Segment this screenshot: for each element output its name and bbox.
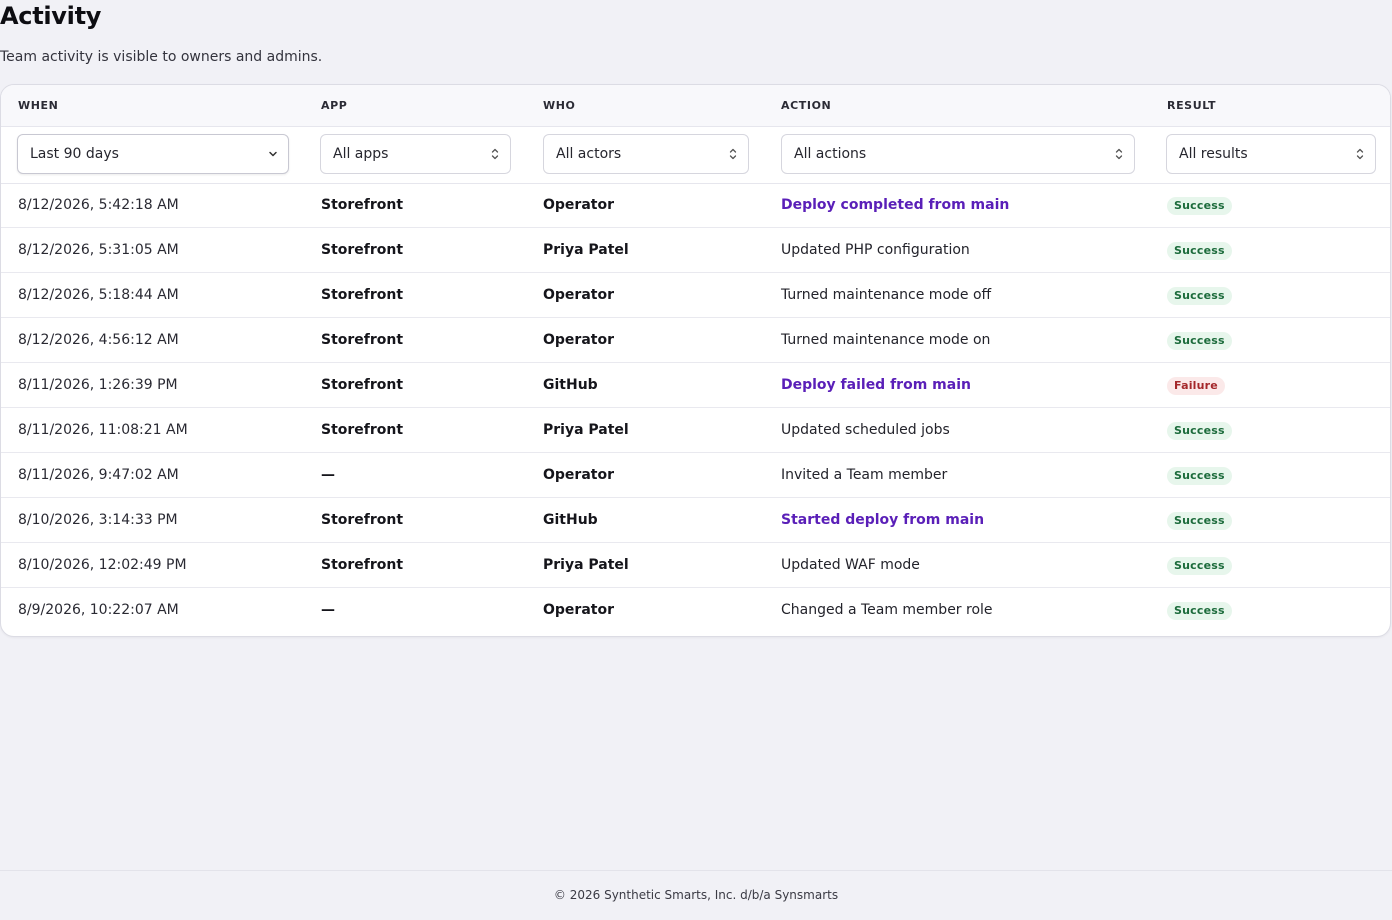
- chevron-up-down-icon: [1356, 148, 1364, 160]
- who-filter-value: All actors: [556, 146, 622, 162]
- status-badge: Success: [1167, 512, 1232, 530]
- status-badge: Success: [1167, 242, 1232, 260]
- column-header-action: ACTION: [781, 99, 832, 112]
- app-filter-select[interactable]: All apps: [320, 134, 511, 174]
- status-badge: Success: [1167, 602, 1232, 620]
- row-app: Storefront: [321, 512, 404, 528]
- row-who: Priya Patel: [543, 557, 629, 573]
- chevron-up-down-icon: [1115, 148, 1123, 160]
- action-filter-select[interactable]: All actions: [781, 134, 1135, 174]
- row-when: 8/11/2026, 9:47:02 AM: [18, 467, 179, 483]
- status-badge: Success: [1167, 557, 1232, 575]
- app-filter-value: All apps: [333, 146, 389, 162]
- status-badge: Failure: [1167, 377, 1225, 395]
- table-row: 8/12/2026, 5:31:05 AM Storefront Priya P…: [1, 228, 1390, 273]
- table-row: 8/11/2026, 1:26:39 PM Storefront GitHub …: [1, 363, 1390, 408]
- table-row: 8/12/2026, 5:42:18 AM Storefront Operato…: [1, 183, 1390, 228]
- row-when: 8/11/2026, 1:26:39 PM: [18, 377, 178, 393]
- who-filter-select[interactable]: All actors: [543, 134, 749, 174]
- column-header-who: WHO: [543, 99, 576, 112]
- chevron-down-icon: [269, 151, 277, 157]
- row-when: 8/11/2026, 11:08:21 AM: [18, 422, 188, 438]
- activity-table: WHEN APP WHO ACTION RESULT Last 90 days …: [0, 84, 1391, 637]
- result-filter-select[interactable]: All results: [1166, 134, 1376, 174]
- row-when: 8/12/2026, 5:42:18 AM: [18, 197, 179, 213]
- when-filter-value: Last 90 days: [30, 146, 119, 162]
- table-row: 8/12/2026, 4:56:12 AM Storefront Operato…: [1, 318, 1390, 363]
- action-filter-value: All actions: [794, 146, 867, 162]
- row-when: 8/12/2026, 5:31:05 AM: [18, 242, 179, 258]
- status-badge: Success: [1167, 287, 1232, 305]
- row-action: Updated scheduled jobs: [781, 422, 950, 438]
- row-who: Operator: [543, 602, 614, 618]
- row-who: Operator: [543, 467, 614, 483]
- row-app: Storefront: [321, 422, 404, 438]
- table-row: 8/12/2026, 5:18:44 AM Storefront Operato…: [1, 273, 1390, 318]
- status-badge: Success: [1167, 467, 1232, 485]
- row-who: GitHub: [543, 512, 598, 528]
- row-action: Updated WAF mode: [781, 557, 920, 573]
- page-subtitle: Team activity is visible to owners and a…: [0, 49, 323, 65]
- row-when: 8/12/2026, 5:18:44 AM: [18, 287, 179, 303]
- row-app: Storefront: [321, 332, 404, 348]
- status-badge: Success: [1167, 197, 1232, 215]
- column-header-app: APP: [321, 99, 348, 112]
- row-action-link[interactable]: Started deploy from main: [781, 498, 984, 543]
- row-when: 8/9/2026, 10:22:07 AM: [18, 602, 179, 618]
- row-app: Storefront: [321, 197, 404, 213]
- footer-divider: [0, 870, 1392, 871]
- row-app: Storefront: [321, 557, 404, 573]
- row-action-link[interactable]: Deploy failed from main: [781, 363, 971, 408]
- row-app: Storefront: [321, 287, 404, 303]
- row-when: 8/10/2026, 3:14:33 PM: [18, 512, 178, 528]
- when-filter-select[interactable]: Last 90 days: [17, 134, 289, 174]
- chevron-up-down-icon: [729, 148, 737, 160]
- row-who: Operator: [543, 332, 614, 348]
- result-filter-value: All results: [1179, 146, 1248, 162]
- row-action: Turned maintenance mode off: [781, 287, 992, 303]
- row-app: —: [321, 467, 335, 483]
- column-header-result: RESULT: [1167, 99, 1217, 112]
- footer-copyright: © 2026 Synthetic Smarts, Inc. d/b/a Syns…: [553, 888, 839, 902]
- page-title: Activity: [0, 2, 102, 30]
- row-app: —: [321, 602, 335, 618]
- row-app: Storefront: [321, 242, 404, 258]
- row-who: Operator: [543, 197, 614, 213]
- table-header-row: WHEN APP WHO ACTION RESULT: [1, 85, 1390, 127]
- filter-row: Last 90 days All apps All actors All act…: [1, 126, 1390, 184]
- row-who: GitHub: [543, 377, 598, 393]
- row-when: 8/10/2026, 12:02:49 PM: [18, 557, 187, 573]
- column-header-when: WHEN: [18, 99, 59, 112]
- row-who: Priya Patel: [543, 422, 629, 438]
- row-when: 8/12/2026, 4:56:12 AM: [18, 332, 179, 348]
- status-badge: Success: [1167, 332, 1232, 350]
- row-action: Updated PHP configuration: [781, 242, 970, 258]
- row-who: Priya Patel: [543, 242, 629, 258]
- table-row: 8/10/2026, 12:02:49 PM Storefront Priya …: [1, 543, 1390, 588]
- table-row: 8/9/2026, 10:22:07 AM — Operator Changed…: [1, 588, 1390, 633]
- chevron-up-down-icon: [491, 148, 499, 160]
- row-action: Turned maintenance mode on: [781, 332, 991, 348]
- row-app: Storefront: [321, 377, 404, 393]
- row-action: Changed a Team member role: [781, 602, 993, 618]
- table-row: 8/10/2026, 3:14:33 PM Storefront GitHub …: [1, 498, 1390, 543]
- row-action-link[interactable]: Deploy completed from main: [781, 183, 1009, 228]
- row-action: Invited a Team member: [781, 467, 948, 483]
- status-badge: Success: [1167, 422, 1232, 440]
- row-who: Operator: [543, 287, 614, 303]
- table-row: 8/11/2026, 11:08:21 AM Storefront Priya …: [1, 408, 1390, 453]
- table-row: 8/11/2026, 9:47:02 AM — Operator Invited…: [1, 453, 1390, 498]
